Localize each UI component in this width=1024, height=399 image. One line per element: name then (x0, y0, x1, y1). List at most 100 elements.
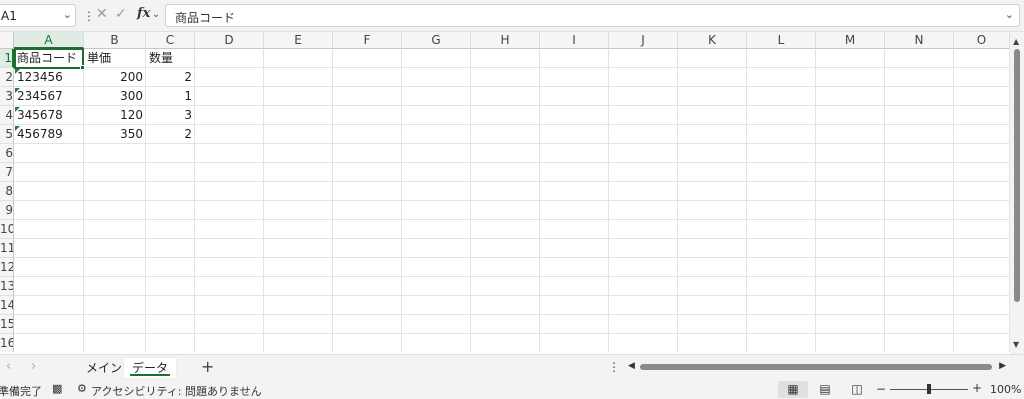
sheet-tab-main[interactable]: メイン (78, 358, 130, 378)
prev-sheet-icon[interactable]: ‹ (6, 359, 11, 374)
row-header[interactable]: 10 (0, 220, 14, 239)
zoom-out-icon[interactable]: − (876, 382, 886, 396)
number-as-text-indicator-icon[interactable] (15, 69, 20, 74)
number-as-text-indicator-icon[interactable] (15, 126, 20, 131)
column-header[interactable]: L (747, 32, 816, 49)
row-header[interactable]: 14 (0, 296, 14, 315)
row-header[interactable]: 13 (0, 277, 14, 296)
sheet-tab-label: データ (132, 361, 169, 375)
row-header[interactable]: 11 (0, 239, 14, 258)
cell[interactable]: 123456 (14, 68, 84, 87)
accessibility-status[interactable]: アクセシビリティ: 問題ありません (91, 383, 262, 399)
number-as-text-indicator-icon[interactable] (15, 88, 20, 93)
cell[interactable]: 2 (146, 125, 195, 144)
normal-view-icon[interactable]: ▦ (778, 381, 808, 398)
cell-value: 350 (120, 127, 143, 141)
fill-handle[interactable] (80, 65, 85, 70)
cell-value: 2 (184, 127, 192, 141)
column-header[interactable]: D (195, 32, 264, 49)
page-break-view-icon[interactable]: ◫ (842, 381, 872, 398)
column-header[interactable]: B (84, 32, 146, 49)
zoom-slider-knob[interactable] (927, 384, 931, 394)
zoom-in-icon[interactable]: + (972, 381, 982, 395)
cell[interactable]: 3 (146, 106, 195, 125)
page-layout-view-icon[interactable]: ▤ (810, 381, 840, 398)
cell-value: 2 (184, 70, 192, 84)
cell[interactable]: 300 (84, 87, 146, 106)
row-header[interactable]: 8 (0, 182, 14, 201)
name-box-value[interactable]: A1 (1, 9, 17, 23)
row-header[interactable]: 15 (0, 315, 14, 334)
name-box[interactable]: A1 ⌄ (0, 4, 76, 27)
vertical-scroll-thumb[interactable] (1014, 49, 1020, 302)
accessibility-icon[interactable]: ⚙ (77, 382, 87, 395)
cell[interactable]: 2 (146, 68, 195, 87)
column-header[interactable]: A (14, 32, 84, 49)
select-all-corner[interactable] (0, 32, 14, 49)
column-header[interactable]: K (678, 32, 747, 49)
formula-bar: A1 ⌄ ⋮ ✕ ✓ fx ⌄ 商品コード ⌄ (0, 0, 1024, 32)
gridline-horizontal (14, 295, 1010, 296)
cell[interactable]: 200 (84, 68, 146, 87)
next-sheet-icon[interactable]: › (31, 359, 36, 374)
chevron-down-icon[interactable]: ⌄ (152, 9, 160, 20)
gridline-horizontal (14, 238, 1010, 239)
row-header[interactable]: 6 (0, 144, 14, 163)
scroll-down-icon[interactable]: ▼ (1013, 340, 1019, 349)
spreadsheet-grid[interactable]: A B C D E F G H I J K L M N O 1 2 3 4 5 6 7 8 9 10 11 12 13 14 15 16 商品… (0, 32, 1010, 352)
vertical-scrollbar[interactable]: ▲ ▼ (1010, 32, 1024, 354)
sheet-tab-label: メイン (86, 361, 123, 375)
add-sheet-icon[interactable]: + (201, 357, 214, 376)
gridline-horizontal (14, 314, 1010, 315)
macro-icon[interactable]: ▩ (52, 382, 62, 395)
formula-input[interactable]: 商品コード ⌄ (165, 4, 1020, 27)
horizontal-scroll-thumb[interactable] (640, 364, 992, 370)
formula-value[interactable]: 商品コード (175, 9, 235, 26)
row-header[interactable]: 2 (0, 68, 14, 87)
cell[interactable]: 単価 (84, 49, 146, 68)
column-header[interactable]: M (816, 32, 885, 49)
cell[interactable]: 商品コード (14, 49, 84, 68)
row-header[interactable]: 5 (0, 125, 14, 144)
row-header[interactable]: 9 (0, 201, 14, 220)
column-header[interactable]: E (264, 32, 333, 49)
cancel-icon[interactable]: ✕ (96, 6, 108, 22)
gridline-horizontal (14, 181, 1010, 182)
scroll-left-icon[interactable]: ◀ (628, 361, 635, 371)
gridline-horizontal (14, 219, 1010, 220)
scroll-right-icon[interactable]: ▶ (999, 361, 1006, 371)
chevron-down-icon[interactable]: ⌄ (63, 8, 72, 21)
row-header[interactable]: 12 (0, 258, 14, 277)
cell[interactable]: 234567 (14, 87, 84, 106)
cell[interactable]: 350 (84, 125, 146, 144)
column-header[interactable]: H (471, 32, 540, 49)
column-header[interactable]: G (402, 32, 471, 49)
column-header[interactable]: F (333, 32, 402, 49)
cell[interactable]: 345678 (14, 106, 84, 125)
cell[interactable]: 456789 (14, 125, 84, 144)
row-header[interactable]: 1 (0, 49, 14, 68)
column-header[interactable]: N (885, 32, 954, 49)
more-options-icon[interactable]: ⋮ (83, 9, 95, 23)
column-header[interactable]: I (540, 32, 609, 49)
gridline-horizontal (14, 257, 1010, 258)
cell[interactable]: 1 (146, 87, 195, 106)
more-options-icon[interactable]: ⋮ (608, 360, 620, 374)
cell[interactable]: 120 (84, 106, 146, 125)
enter-icon[interactable]: ✓ (115, 6, 127, 22)
row-header[interactable]: 3 (0, 87, 14, 106)
scroll-up-icon[interactable]: ▲ (1013, 37, 1019, 46)
row-header[interactable]: 4 (0, 106, 14, 125)
column-header[interactable]: O (954, 32, 1010, 49)
zoom-level[interactable]: 100% (990, 383, 1021, 396)
row-header[interactable]: 16 (0, 334, 14, 352)
column-header[interactable]: C (146, 32, 195, 49)
number-as-text-indicator-icon[interactable] (15, 107, 20, 112)
row-header[interactable]: 7 (0, 163, 14, 182)
cell[interactable]: 数量 (146, 49, 195, 68)
function-icon[interactable]: fx (137, 6, 150, 21)
horizontal-scrollbar[interactable]: ◀ ▶ (626, 359, 1008, 375)
column-header[interactable]: J (609, 32, 678, 49)
sheet-tab-data[interactable]: データ (124, 358, 177, 378)
expand-formula-icon[interactable]: ⌄ (1005, 8, 1014, 21)
